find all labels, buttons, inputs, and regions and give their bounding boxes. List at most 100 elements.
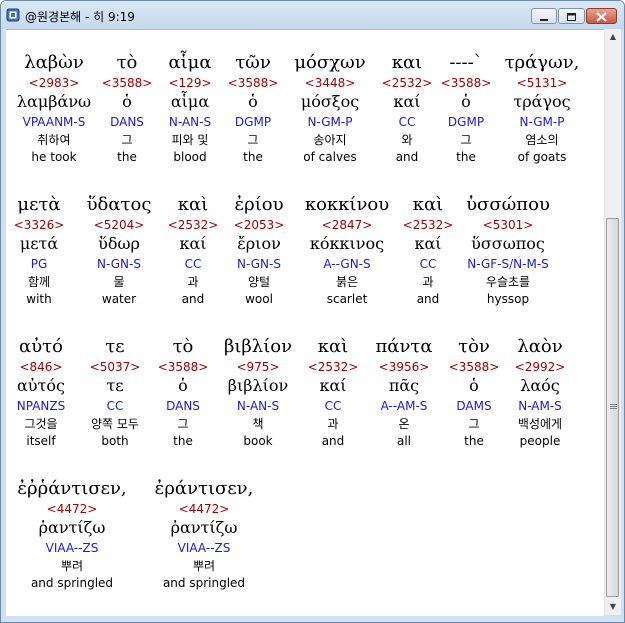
morphology-code[interactable]: N-GF-S/N-M-S (466, 256, 550, 272)
english-gloss: the (243, 150, 263, 164)
strong-number[interactable]: <3588> (449, 359, 500, 375)
word-column: ὑσσώπου <5301> ὕσσωπος N-GF-S/N-M-S 우슬초를… (466, 194, 550, 307)
strong-number[interactable]: <4472> (17, 501, 126, 517)
morphology-code[interactable]: DGMP (228, 114, 279, 130)
strong-number[interactable]: <2532> (308, 359, 359, 375)
morphology-code[interactable]: CC (308, 398, 359, 414)
lemma: ὁ (122, 92, 132, 111)
lemma: ὁ (469, 376, 479, 395)
strong-number[interactable]: <846> (17, 359, 65, 375)
morphology-code[interactable]: CC (382, 114, 433, 130)
greek-word: τράγων, (504, 52, 580, 73)
scrollbar-thumb[interactable] (606, 218, 619, 597)
strong-number[interactable]: <2983> (17, 75, 91, 91)
strong-number[interactable]: <129> (168, 75, 211, 91)
strong-number[interactable]: <5301> (466, 217, 550, 233)
strong-number[interactable]: <975> (224, 359, 292, 375)
scroll-up-arrow-icon[interactable]: ▲ (605, 29, 621, 45)
lemma: καί (319, 376, 347, 395)
korean-gloss: 그 (247, 133, 259, 147)
strong-number[interactable]: <3326> (14, 217, 65, 233)
korean-gloss: 양털 (247, 275, 271, 289)
word-column: ἐρίου <2053> ἔριον N-GN-S 양털 wool (234, 194, 285, 307)
maximize-button[interactable] (558, 8, 585, 24)
strong-number[interactable]: <3448> (294, 75, 365, 91)
strong-number[interactable]: <2532> (382, 75, 433, 91)
korean-gloss: 과 (327, 417, 339, 431)
strong-number[interactable]: <3588> (441, 75, 492, 91)
strong-number[interactable]: <2532> (168, 217, 219, 233)
word-column: τὸ <3588> ὁ DANS 그 the (102, 52, 153, 165)
morphology-code[interactable]: N-GM-P (294, 114, 365, 130)
morphology-code[interactable]: NPANZS (17, 398, 65, 414)
strong-number[interactable]: <3588> (228, 75, 279, 91)
interlinear-view: λαβὼν <2983> λαμβάνω VPAANM-S 취하여 he too… (6, 29, 604, 616)
strong-number[interactable]: <3956> (375, 359, 432, 375)
english-gloss: all (396, 434, 412, 448)
morphology-code[interactable]: CC (168, 256, 219, 272)
korean-gloss: 뿌려 (60, 559, 84, 573)
greek-word: πάντα (375, 336, 433, 357)
word-column: λαὸν <2992> λαός N-AM-S 백성에게 people (515, 336, 566, 449)
english-gloss: and springled (162, 576, 246, 590)
strong-number[interactable]: <4472> (155, 501, 254, 517)
morphology-code[interactable]: CC (90, 398, 141, 414)
english-gloss: itself (26, 434, 56, 448)
morphology-code[interactable]: N-AM-S (515, 398, 566, 414)
word-column: τε <5037> τε CC 양쪽 모두 both (90, 336, 141, 449)
morphology-code[interactable]: A--GN-S (305, 256, 389, 272)
word-column: ὕδατος <5204> ὕδωρ N-GN-S 물 water (87, 194, 152, 307)
word-column: λαβὼν <2983> λαμβάνω VPAANM-S 취하여 he too… (17, 52, 91, 165)
lemma: αὐτός (17, 376, 65, 395)
morphology-code[interactable]: CC (403, 256, 454, 272)
strong-number[interactable]: <2053> (234, 217, 285, 233)
greek-word: τὸν (458, 336, 490, 357)
korean-gloss: 그 (460, 133, 472, 147)
morphology-code[interactable]: DANS (102, 114, 153, 130)
morphology-code[interactable]: N-GN-S (87, 256, 152, 272)
strong-number[interactable]: <3588> (102, 75, 153, 91)
strong-number[interactable]: <2992> (515, 359, 566, 375)
close-button[interactable] (586, 8, 617, 24)
strong-number[interactable]: <3588> (158, 359, 209, 375)
morphology-code[interactable]: N-GM-P (505, 114, 580, 130)
english-gloss: of calves (303, 150, 357, 164)
scroll-down-arrow-icon[interactable]: ▼ (605, 599, 621, 615)
korean-gloss: 우슬초를 (485, 275, 531, 289)
english-gloss: water (101, 292, 137, 306)
maximize-icon (567, 13, 576, 21)
morphology-code[interactable]: VPAANM-S (17, 114, 91, 130)
word-column: κοκκίνου <2847> κόκκινος A--GN-S 붉은 scar… (305, 194, 389, 307)
lemma: ὕσσωπος (471, 234, 545, 253)
morphology-code[interactable]: A--AM-S (375, 398, 432, 414)
strong-number[interactable]: <5204> (87, 217, 152, 233)
greek-word: τῶν (235, 52, 271, 73)
morphology-code[interactable]: VIAA--ZS (155, 540, 254, 556)
lemma: μόσξος (300, 92, 360, 111)
word-column: τῶν <3588> ὁ DGMP 그 the (228, 52, 279, 165)
greek-word: λαὸν (517, 336, 563, 357)
morphology-code[interactable]: PG (14, 256, 65, 272)
vertical-scrollbar[interactable]: ▲ ▼ (604, 29, 621, 615)
lemma: βιβλίον (227, 376, 289, 395)
word-column: αἷμα <129> αἷμα N-AN-S 피와 및 blood (168, 52, 211, 165)
morphology-code[interactable]: N-AN-S (168, 114, 211, 130)
grip-line (610, 406, 617, 407)
morphology-code[interactable]: N-AN-S (224, 398, 292, 414)
english-gloss: book (243, 434, 273, 448)
strong-number[interactable]: <2532> (403, 217, 454, 233)
korean-gloss: 송아지 (313, 133, 347, 147)
greek-word: ἐράντισεν, (154, 478, 254, 499)
strong-number[interactable]: <5037> (90, 359, 141, 375)
morphology-code[interactable]: DANS (158, 398, 209, 414)
strong-number[interactable]: <5131> (505, 75, 580, 91)
minimize-button[interactable] (531, 8, 557, 24)
title-bar[interactable]: @원경본해 - 히 9:19 (1, 1, 624, 29)
strong-number[interactable]: <2847> (305, 217, 389, 233)
morphology-code[interactable]: VIAA--ZS (17, 540, 126, 556)
morphology-code[interactable]: N-GN-S (234, 256, 285, 272)
morphology-code[interactable]: DGMP (441, 114, 492, 130)
word-column: ἐράντισεν, <4472> ῥαντίζω VIAA--ZS 뿌려 an… (155, 478, 254, 591)
english-gloss: people (519, 434, 561, 448)
morphology-code[interactable]: DAMS (449, 398, 500, 414)
